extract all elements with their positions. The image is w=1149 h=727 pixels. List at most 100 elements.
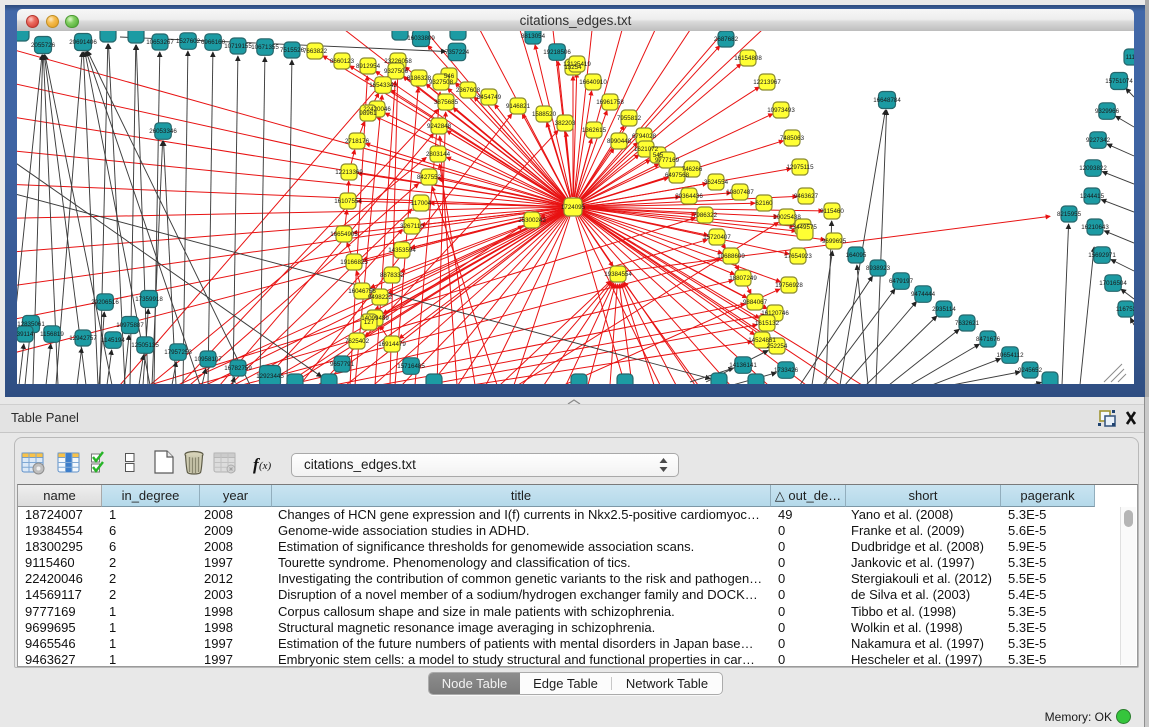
svg-text:8878332: 8878332: [380, 272, 405, 279]
svg-text:7485063: 7485063: [780, 135, 805, 142]
svg-text:9227342: 9227342: [1086, 137, 1111, 144]
svg-text:2935114: 2935114: [932, 306, 956, 313]
svg-text:25300243: 25300243: [518, 217, 546, 224]
svg-text:23226058: 23226058: [384, 58, 412, 65]
svg-text:16648784: 16648784: [873, 97, 901, 104]
svg-text:9245652: 9245652: [1018, 367, 1043, 374]
svg-text:8186328: 8186328: [407, 75, 432, 82]
svg-text:9777169: 9777169: [655, 157, 680, 164]
svg-text:7986322: 7986322: [693, 212, 718, 219]
svg-text:1145194: 1145194: [101, 337, 125, 344]
svg-text:2718176: 2718176: [345, 138, 370, 145]
svg-text:2055726: 2055726: [31, 42, 56, 49]
svg-text:8660123: 8660123: [330, 58, 355, 65]
svg-text:1156819: 1156819: [40, 331, 64, 338]
svg-text:7632621: 7632621: [955, 320, 980, 327]
svg-text:8813054: 8813054: [521, 33, 546, 40]
svg-text:1724095: 1724095: [561, 204, 586, 211]
svg-text:7515526: 7515526: [280, 47, 305, 54]
svg-text:20206516: 20206516: [91, 299, 119, 306]
svg-text:14353594: 14353594: [388, 247, 416, 254]
svg-text:19166825: 19166825: [340, 259, 368, 266]
svg-text:7625402: 7625402: [345, 338, 370, 345]
svg-text:9146821: 9146821: [506, 103, 531, 110]
svg-text:17957253: 17957253: [164, 349, 192, 356]
svg-text:10973493: 10973493: [767, 107, 795, 114]
svg-text:3624554: 3624554: [704, 179, 729, 186]
svg-text:10719155: 10719155: [224, 43, 252, 50]
svg-text:1588520: 1588520: [532, 111, 557, 118]
svg-text:(x): (x): [259, 460, 272, 472]
svg-text:8454749: 8454749: [477, 94, 502, 101]
svg-text:12093822: 12093822: [1079, 165, 1107, 172]
svg-text:12975115: 12975115: [786, 164, 814, 171]
svg-text:9657791: 9657791: [330, 361, 355, 368]
svg-text:2367608: 2367608: [456, 87, 481, 94]
svg-text:9498222: 9498222: [368, 294, 393, 301]
svg-text:16107554: 16107554: [334, 198, 362, 205]
svg-text:15692971: 15692971: [1088, 252, 1116, 259]
svg-text:98961: 98961: [359, 110, 377, 117]
svg-text:3875685: 3875685: [434, 99, 459, 106]
svg-text:16961758: 16961758: [596, 99, 624, 106]
svg-text:127: 127: [364, 319, 375, 326]
svg-text:7357224: 7357224: [445, 49, 470, 56]
svg-text:2687682: 2687682: [714, 36, 739, 43]
svg-text:17359918: 17359918: [135, 296, 163, 303]
svg-text:12125419: 12125419: [563, 61, 591, 68]
svg-text:116753: 116753: [1116, 306, 1134, 313]
svg-text:12213967: 12213967: [753, 79, 781, 86]
svg-text:16914479: 16914479: [378, 341, 406, 348]
svg-text:9474444: 9474444: [911, 291, 936, 298]
svg-text:6479197: 6479197: [889, 278, 914, 285]
svg-text:6966160: 6966160: [201, 39, 226, 46]
svg-text:10671355: 10671355: [251, 44, 279, 51]
svg-text:117004: 117004: [411, 200, 432, 207]
svg-text:2803144: 2803144: [426, 151, 451, 158]
svg-text:16640910: 16640910: [579, 79, 607, 86]
svg-text:9699695: 9699695: [822, 238, 847, 245]
svg-text:8471676: 8471676: [976, 336, 1001, 343]
svg-text:1733426: 1733426: [774, 367, 799, 374]
svg-text:17016504: 17016504: [1099, 280, 1127, 287]
svg-text:18807249: 18807249: [729, 275, 757, 282]
svg-text:8990448: 8990448: [607, 138, 632, 145]
svg-text:12923445: 12923445: [256, 373, 284, 380]
svg-text:16543342: 16543342: [369, 82, 397, 89]
svg-text:19384554: 19384554: [604, 271, 632, 278]
svg-text:9329966: 9329966: [1095, 108, 1120, 115]
svg-text:16154808: 16154808: [734, 55, 762, 62]
svg-text:12505135: 12505135: [131, 342, 159, 349]
svg-text:8912954: 8912954: [356, 63, 381, 70]
svg-text:10688609: 10688609: [717, 253, 745, 260]
svg-text:10654112: 10654112: [996, 352, 1024, 359]
svg-text:1615132: 1615132: [755, 320, 780, 327]
svg-text:10975887: 10975887: [116, 322, 144, 329]
svg-text:8427552: 8427552: [417, 174, 442, 181]
svg-text:15716485: 15716485: [397, 363, 425, 370]
svg-text:164095: 164095: [846, 252, 867, 259]
svg-text:16120746: 16120746: [761, 310, 789, 317]
svg-text:10025438: 10025438: [773, 214, 801, 221]
svg-text:10807487: 10807487: [726, 189, 754, 196]
svg-text:9327506: 9327506: [384, 68, 409, 75]
svg-text:16033809: 16033809: [407, 35, 435, 42]
svg-text:13449575: 13449575: [789, 224, 817, 231]
svg-text:16782759: 16782759: [224, 365, 252, 372]
svg-text:9463627: 9463627: [794, 193, 819, 200]
svg-text:9327508: 9327508: [429, 79, 454, 86]
svg-text:26053346: 26053346: [149, 128, 177, 135]
svg-text:12213369: 12213369: [335, 169, 363, 176]
svg-text:14136141: 14136141: [729, 362, 757, 369]
svg-text:16210643: 16210643: [1081, 224, 1109, 231]
svg-text:19756928: 19756928: [775, 282, 803, 289]
svg-text:3267110: 3267110: [400, 223, 424, 230]
svg-text:20691406: 20691406: [69, 39, 97, 46]
svg-text:9884067: 9884067: [743, 299, 768, 306]
svg-text:7663822: 7663822: [303, 48, 328, 55]
svg-text:10653267: 10653267: [146, 39, 174, 46]
svg-text:6794028: 6794028: [632, 133, 657, 140]
svg-text:1362615: 1362615: [582, 127, 607, 134]
svg-text:382203: 382203: [555, 120, 576, 127]
svg-text:9242848: 9242848: [427, 123, 452, 130]
